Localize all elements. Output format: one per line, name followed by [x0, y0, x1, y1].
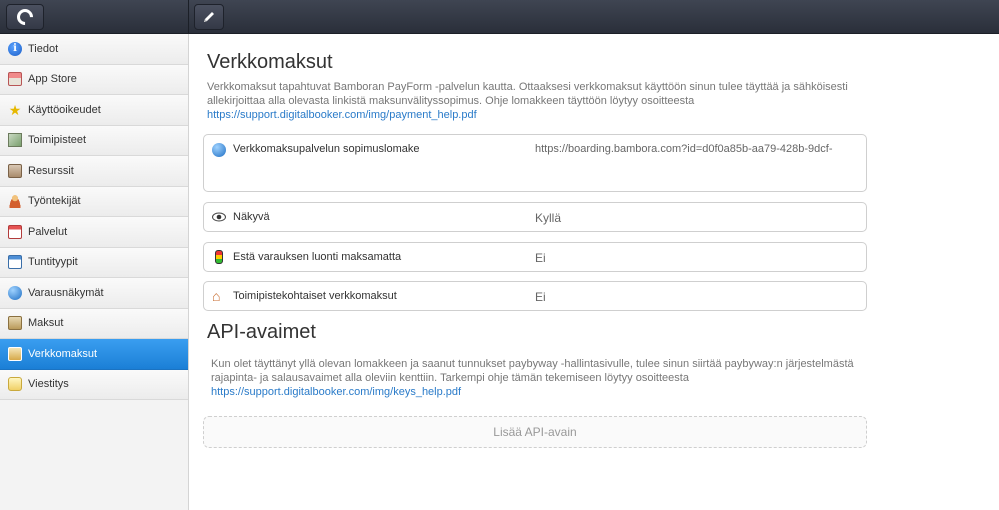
payment-help-link[interactable]: https://support.digitalbooker.com/img/pa…: [207, 109, 477, 121]
visible-row[interactable]: Näkyvä Kyllä: [203, 202, 867, 232]
sidebar-item-label: Maksut: [28, 317, 64, 330]
topbar-divider: [188, 0, 189, 34]
sidebar-item-palvelut[interactable]: Palvelut: [0, 217, 188, 248]
contract-form-row: Verkkomaksupalvelun sopimuslomake https:…: [203, 134, 867, 192]
location-payments-value: Ei: [535, 290, 546, 304]
store-icon: [8, 72, 22, 87]
calendar-icon: [8, 224, 22, 239]
edit-button[interactable]: [194, 4, 224, 30]
logo-icon: [13, 5, 37, 29]
star-icon: ★: [8, 101, 22, 118]
sidebar-item-tiedot[interactable]: i Tiedot: [0, 34, 188, 65]
sidebar-item-label: Käyttöoikeudet: [28, 103, 101, 116]
sidebar-item-label: Varausnäkymät: [28, 286, 104, 299]
sidebar-item-kayttooikeudet[interactable]: ★ Käyttöoikeudet: [0, 95, 188, 126]
sidebar-item-app-store[interactable]: App Store: [0, 64, 188, 95]
sidebar-item-verkkomaksut[interactable]: Verkkomaksut: [0, 339, 188, 370]
sidebar-item-label: Tiedot: [28, 42, 59, 55]
visible-value: Kyllä: [535, 211, 562, 225]
payment-icon: [8, 316, 22, 331]
api-description: Kun olet täyttänyt yllä olevan lomakkeen…: [211, 357, 891, 399]
sidebar-item-label: Viestitys: [28, 378, 69, 391]
resource-icon: [8, 163, 22, 178]
sidebar-item-resurssit[interactable]: Resurssit: [0, 156, 188, 187]
api-help-link[interactable]: https://support.digitalbooker.com/img/ke…: [211, 386, 461, 398]
sidebar-item-tuntityypit[interactable]: Tuntityypit: [0, 247, 188, 278]
main-content: Verkkomaksut Verkkomaksut tapahtuvat Bam…: [189, 35, 999, 510]
sidebar-item-viestitys[interactable]: Viestitys: [0, 369, 188, 400]
user-icon: [8, 194, 22, 209]
payment-description: Verkkomaksut tapahtuvat Bamboran PayForm…: [207, 80, 887, 122]
payment-description-text: Verkkomaksut tapahtuvat Bamboran PayForm…: [207, 81, 848, 107]
location-photo-icon: [8, 133, 22, 148]
location-payments-row[interactable]: ⌂ Toimipistekohtaiset verkkomaksut Ei: [203, 281, 867, 311]
page-title: Verkkomaksut: [207, 51, 333, 73]
sidebar-item-maksut[interactable]: Maksut: [0, 308, 188, 339]
contract-form-label: Verkkomaksupalvelun sopimuslomake: [233, 143, 420, 155]
sidebar-item-label: App Store: [28, 73, 77, 86]
contract-form-link[interactable]: https://boarding.bambora.com?id=d0f0a85b…: [535, 143, 833, 155]
visible-label: Näkyvä: [233, 211, 270, 223]
sidebar-item-label: Työntekijät: [28, 195, 81, 208]
sidebar-item-toimipisteet[interactable]: Toimipisteet: [0, 125, 188, 156]
message-icon: [8, 377, 22, 392]
sidebar-item-tyontekijat[interactable]: Työntekijät: [0, 186, 188, 217]
location-payments-label: Toimipistekohtaiset verkkomaksut: [233, 290, 397, 302]
block-unpaid-value: Ei: [535, 251, 546, 265]
sidebar-item-label: Tuntityypit: [28, 256, 78, 269]
calendar-hours-icon: [8, 255, 22, 270]
block-unpaid-row[interactable]: Estä varauksen luonti maksamatta Ei: [203, 242, 867, 272]
eye-icon: [212, 210, 226, 224]
web-payment-icon: [8, 346, 22, 361]
house-icon: ⌂: [212, 288, 221, 304]
sidebar: i Tiedot App Store ★ Käyttöoikeudet Toim…: [0, 34, 189, 510]
info-icon: i: [8, 41, 22, 56]
pencil-icon: [204, 12, 214, 22]
api-section-title: API-avaimet: [207, 321, 316, 343]
api-description-text: Kun olet täyttänyt yllä olevan lomakkeen…: [211, 358, 854, 384]
globe-icon: [8, 285, 22, 300]
block-unpaid-label: Estä varauksen luonti maksamatta: [233, 251, 402, 263]
traffic-light-icon: [215, 250, 223, 264]
sidebar-item-label: Resurssit: [28, 164, 74, 177]
logo-button[interactable]: [6, 4, 44, 30]
sidebar-item-label: Verkkomaksut: [28, 347, 98, 360]
sidebar-item-varausnakymat[interactable]: Varausnäkymät: [0, 278, 188, 309]
sidebar-item-label: Toimipisteet: [28, 134, 87, 147]
add-api-key-button[interactable]: Lisää API-avain: [203, 416, 867, 448]
sidebar-item-label: Palvelut: [28, 225, 68, 238]
globe-icon: [212, 143, 226, 157]
top-bar: [0, 0, 999, 34]
